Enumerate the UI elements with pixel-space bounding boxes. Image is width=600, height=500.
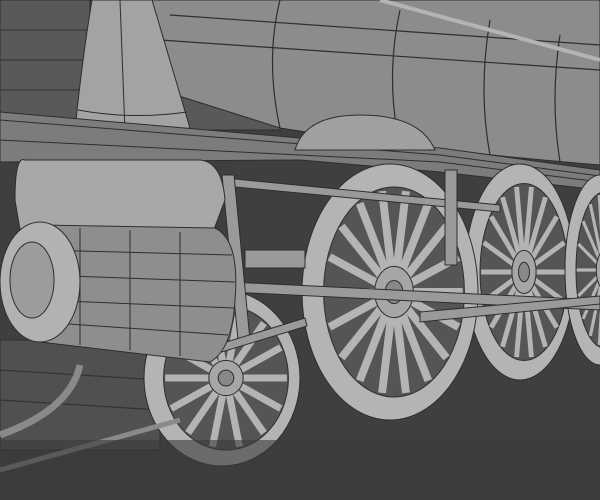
3d-viewport[interactable] xyxy=(0,0,600,500)
driver-wheel-2 xyxy=(464,163,576,381)
wheel-axle xyxy=(217,369,235,387)
crosshead-guide xyxy=(244,249,306,269)
ground xyxy=(0,440,600,500)
wheel-axle xyxy=(518,261,530,283)
link xyxy=(444,169,458,266)
